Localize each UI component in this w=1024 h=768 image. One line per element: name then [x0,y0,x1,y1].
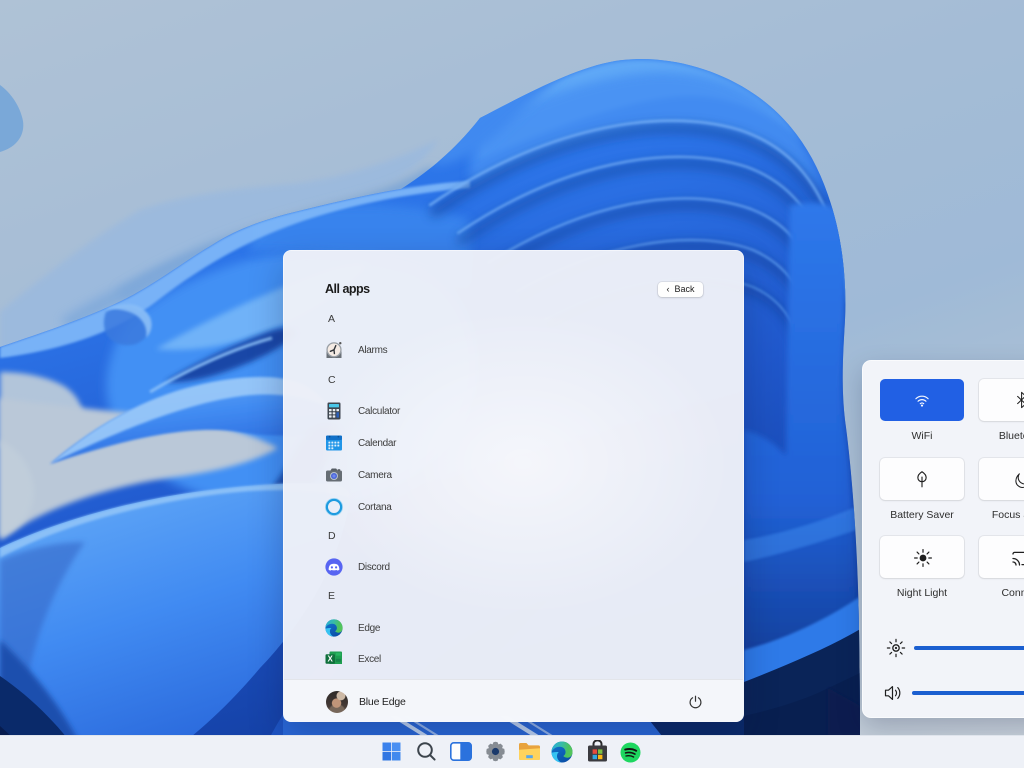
svg-text:X: X [328,655,334,664]
